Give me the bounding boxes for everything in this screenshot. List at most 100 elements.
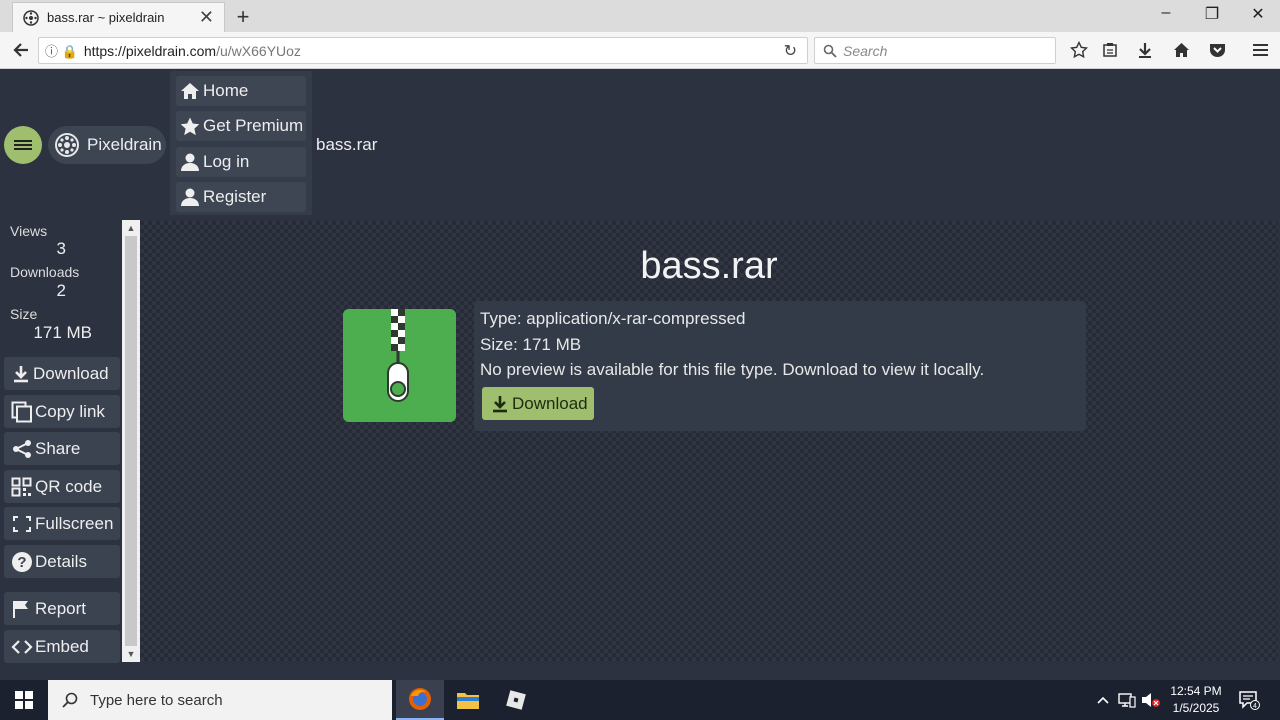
back-arrow-icon <box>13 43 28 57</box>
menu-item-label: Register <box>203 187 267 206</box>
brand-button[interactable]: Pixeldrain <box>48 126 166 164</box>
taskbar-search-placeholder: Type here to search <box>90 691 223 709</box>
minimize-button[interactable]: – <box>1151 4 1181 22</box>
tab-bar: bass.rar ~ pixeldrain ✕ + – ❐ ✕ <box>0 0 1280 32</box>
flag-icon <box>13 600 28 618</box>
sidebar-fullscreen-button[interactable]: Fullscreen <box>4 507 120 540</box>
pocket-icon <box>1209 44 1225 57</box>
file-type-line: Type: application/x-rar-compressed <box>480 309 746 328</box>
search-icon <box>823 44 837 58</box>
windows-logo-icon <box>15 691 33 709</box>
menu-icon <box>1252 44 1268 56</box>
search-icon <box>62 692 78 708</box>
pocket-button[interactable] <box>1204 38 1230 62</box>
nav-dropdown-menu: Home Get Premium Log in Register <box>170 71 312 215</box>
menu-item-label: Home <box>203 81 249 100</box>
taskbar-file-explorer[interactable] <box>444 680 492 720</box>
start-button[interactable] <box>0 680 48 720</box>
volume-tray-button[interactable] <box>1140 680 1162 720</box>
scrollbar-thumb[interactable] <box>125 236 137 646</box>
button-label: Copy link <box>35 401 105 421</box>
notification-count: 4 <box>1253 703 1257 710</box>
pixeldrain-page: Pixeldrain Home Get Premium Log in Regis… <box>0 69 1280 680</box>
button-label: QR code <box>35 476 103 496</box>
show-hidden-icons-button[interactable] <box>1094 680 1112 720</box>
browser-search-input[interactable]: Search <box>814 37 1056 64</box>
sidebar-copy-link-button[interactable]: Copy link <box>4 395 120 428</box>
button-label: Embed <box>35 636 89 656</box>
back-button[interactable] <box>8 38 34 62</box>
taskbar-firefox[interactable] <box>396 680 444 720</box>
person-icon <box>181 153 199 171</box>
home-button[interactable] <box>1168 38 1194 62</box>
site-info-icon[interactable]: ⓘ 🔒 <box>45 41 78 60</box>
sidebar-download-button[interactable]: Download <box>4 357 120 390</box>
reload-icon[interactable]: ↻ <box>784 41 797 61</box>
network-icon <box>1118 693 1136 708</box>
url-path: /u/wX66YUoz <box>216 42 301 59</box>
brand-label: Pixeldrain <box>87 135 162 154</box>
reading-list-button[interactable] <box>1097 38 1123 62</box>
browser-tab[interactable]: bass.rar ~ pixeldrain ✕ <box>12 2 225 32</box>
header-filename: bass.rar <box>316 135 378 154</box>
menu-icon <box>14 138 32 152</box>
file-size-line: Size: 171 MB <box>480 335 582 354</box>
menu-item-label: Log in <box>203 152 250 171</box>
sidebar-share-button[interactable]: Share <box>4 432 120 465</box>
hamburger-menu-button[interactable] <box>1247 38 1273 62</box>
archive-file-icon <box>343 309 456 422</box>
roblox-icon <box>506 690 526 710</box>
scroll-down-icon[interactable]: ▼ <box>122 646 140 662</box>
tab-title: bass.rar ~ pixeldrain <box>47 10 165 25</box>
sidebar-report-button[interactable]: Report <box>4 592 120 625</box>
url-host: https://pixeldrain.com <box>83 42 217 59</box>
action-center-button[interactable]: 4 <box>1234 680 1264 720</box>
menu-item-log-in[interactable]: Log in <box>176 147 306 177</box>
clock-time: 12:54 PM <box>1170 684 1222 698</box>
file-title: bass.rar <box>640 245 778 287</box>
folder-icon <box>457 693 479 709</box>
sidebar-details-button[interactable]: ? Details <box>4 545 120 578</box>
downloads-label: Downloads <box>10 264 80 280</box>
close-window-button[interactable]: ✕ <box>1243 4 1273 24</box>
download-label: Download <box>512 393 588 413</box>
menu-item-home[interactable]: Home <box>176 76 306 106</box>
download-icon <box>493 395 507 412</box>
downloads-button[interactable] <box>1132 38 1158 62</box>
clipboard-icon <box>1103 43 1117 57</box>
tab-close-icon[interactable]: ✕ <box>199 7 214 28</box>
viewer-download-button[interactable]: Download <box>482 387 594 420</box>
help-icon: ? <box>12 551 32 572</box>
menu-toggle-button[interactable] <box>4 126 42 164</box>
scroll-up-icon[interactable]: ▲ <box>122 220 140 236</box>
sidebar-scrollbar[interactable]: ▲ ▼ <box>122 220 140 662</box>
button-label: Report <box>35 598 87 618</box>
restore-button[interactable]: ❐ <box>1197 4 1227 24</box>
home-outline-icon <box>1173 43 1189 57</box>
sidebar-qr-code-button[interactable]: QR code <box>4 470 120 503</box>
menu-item-get-premium[interactable]: Get Premium <box>176 111 306 141</box>
file-viewer: bass.rar Type: application/x-rar-compres… <box>140 221 1278 661</box>
download-arrow-icon <box>1139 43 1151 58</box>
pixeldrain-logo-icon <box>55 133 79 157</box>
views-label: Views <box>10 223 48 239</box>
svg-text:?: ? <box>17 554 26 571</box>
menu-item-register[interactable]: Register <box>176 182 306 212</box>
sidebar-embed-button[interactable]: Embed <box>4 630 120 663</box>
bookmark-star-button[interactable] <box>1066 38 1092 62</box>
volume-muted-icon <box>1142 693 1160 707</box>
url-bar[interactable]: ⓘ 🔒 https://pixeldrain.com/u/wX66YUoz ↻ <box>38 37 808 64</box>
taskbar-roblox[interactable] <box>492 680 540 720</box>
person-icon <box>181 188 199 206</box>
system-clock[interactable]: 12:54 PM 1/5/2025 <box>1166 683 1226 717</box>
windows-taskbar: Type here to search 12:54 PM 1/5/2025 4 <box>0 680 1280 720</box>
taskbar-search-input[interactable]: Type here to search <box>48 680 392 720</box>
size-value: 171 MB <box>33 323 92 342</box>
navigation-bar: ⓘ 🔒 https://pixeldrain.com/u/wX66YUoz ↻ … <box>0 32 1280 69</box>
pixeldrain-favicon-icon <box>23 9 39 26</box>
chevron-up-icon <box>1097 696 1109 704</box>
network-tray-button[interactable] <box>1116 680 1138 720</box>
button-label: Details <box>35 551 87 571</box>
new-tab-button[interactable]: + <box>232 4 254 30</box>
share-icon <box>13 439 31 458</box>
